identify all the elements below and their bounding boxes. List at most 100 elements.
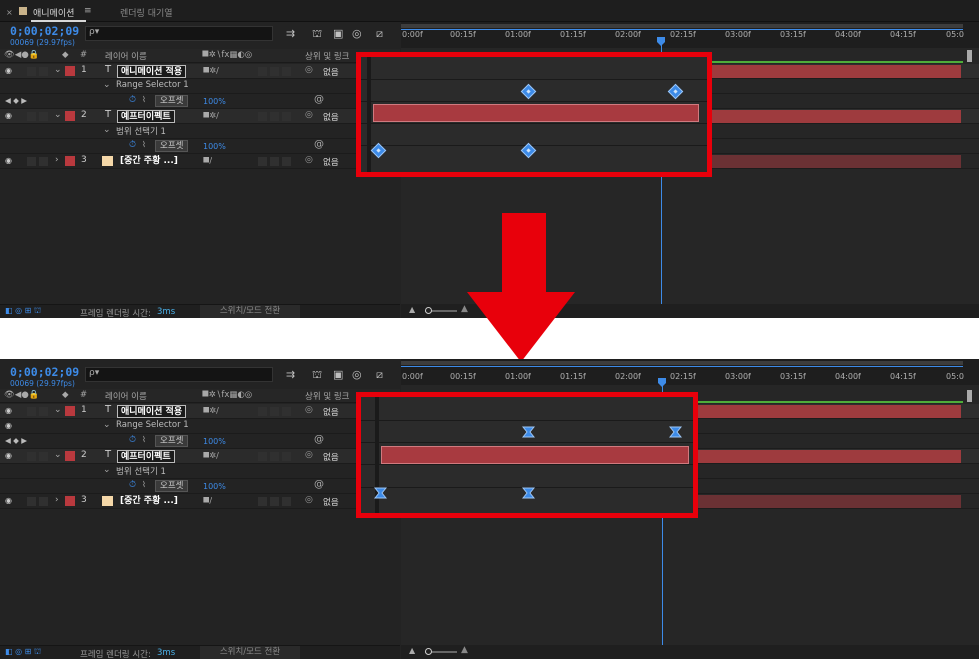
chevron-down-icon[interactable]: ⌄: [54, 110, 62, 120]
switch-box[interactable]: [282, 407, 291, 416]
motion-blur-icon[interactable]: ◎: [352, 368, 362, 381]
layer-bar[interactable]: [707, 155, 961, 168]
graph-editor-icon[interactable]: ⧄: [376, 368, 383, 382]
layer-row[interactable]: ◉ › 3 [중간 주황 ...] ⯀∕ ◎ 없음: [0, 154, 400, 169]
stopwatch-icon[interactable]: ⏱: [129, 95, 136, 105]
chevron-down-icon[interactable]: ⌄: [103, 465, 111, 475]
switch-box[interactable]: [258, 497, 267, 506]
hide-shy-layers-icon[interactable]: ▣: [333, 27, 343, 40]
switch-box[interactable]: [258, 112, 267, 121]
parent-select[interactable]: 없음: [323, 66, 339, 78]
switch-box[interactable]: [270, 452, 279, 461]
property-value[interactable]: 100%: [203, 97, 226, 106]
pickwhip-icon[interactable]: ◎: [305, 495, 313, 505]
solo-toggle[interactable]: [39, 497, 48, 506]
search-input[interactable]: ρ▾: [85, 26, 273, 41]
graph-icon[interactable]: ⌇: [142, 95, 146, 104]
draft-3d-icon[interactable]: ⛫: [312, 27, 322, 42]
layer-row[interactable]: ◉ ⌄ 2 T 예프터이펙트 ⯀✲∕ ◎ 없음: [0, 449, 400, 464]
current-time-indicator-head[interactable]: [658, 378, 666, 387]
solo-toggle[interactable]: [39, 407, 48, 416]
shy-switch-icon[interactable]: ⯀✲∕: [203, 66, 219, 76]
range-selector-label[interactable]: Range Selector 1: [116, 80, 189, 90]
pickwhip-icon[interactable]: ◎: [305, 65, 313, 75]
shy-switch-icon[interactable]: ⯀✲∕: [203, 406, 219, 416]
pickwhip-icon[interactable]: ◎: [305, 155, 313, 165]
switch-box[interactable]: [270, 67, 279, 76]
eye-icon[interactable]: ◉: [5, 421, 12, 430]
layer-bar[interactable]: [373, 104, 699, 122]
chevron-down-icon[interactable]: ⌄: [54, 65, 62, 75]
easy-ease-keyframe-icon[interactable]: [522, 487, 535, 499]
shy-switch-icon[interactable]: ⯀✲∕: [203, 111, 219, 121]
graph-icon[interactable]: ⌇: [142, 480, 146, 489]
layer-bar[interactable]: [697, 405, 961, 418]
panel-menu-icon[interactable]: ≡: [84, 6, 92, 16]
pickwhip-icon[interactable]: @: [314, 434, 324, 445]
layer-name-header[interactable]: 레이어 이름: [105, 390, 147, 402]
pickwhip-icon[interactable]: @: [314, 479, 324, 490]
layer-name-header[interactable]: 레이어 이름: [105, 50, 147, 62]
shy-switch-icon[interactable]: ⯀✲∕: [203, 451, 219, 461]
range-selector-label[interactable]: 범위 선택기 1: [116, 125, 166, 137]
pickwhip-icon[interactable]: ◎: [305, 405, 313, 415]
chevron-down-icon[interactable]: ⌄: [54, 450, 62, 460]
layer-bar[interactable]: [707, 65, 961, 78]
switch-box[interactable]: [282, 452, 291, 461]
layer-bar[interactable]: [697, 450, 961, 463]
stopwatch-icon[interactable]: ⏱: [129, 480, 136, 490]
label-color[interactable]: [65, 66, 75, 76]
switch-box[interactable]: [258, 67, 267, 76]
toggle-switches-modes-button[interactable]: 스위치/모드 전환: [200, 305, 300, 318]
range-selector-label[interactable]: 범위 선택기 1: [116, 465, 166, 477]
zoom-in-icon[interactable]: ▲: [461, 304, 468, 314]
layer-bar[interactable]: [697, 495, 961, 508]
switch-box[interactable]: [282, 112, 291, 121]
eye-icon[interactable]: ◉: [5, 496, 12, 505]
range-selector-label[interactable]: Range Selector 1: [116, 420, 189, 430]
pickwhip-icon[interactable]: @: [314, 139, 324, 150]
audio-toggle[interactable]: [27, 157, 36, 166]
label-color[interactable]: [65, 496, 75, 506]
audio-toggle[interactable]: [27, 112, 36, 121]
layer-row[interactable]: ◉ › 3 [중간 주황 ...] ⯀∕ ◎ 없음: [0, 494, 400, 509]
chevron-right-icon[interactable]: ›: [55, 155, 59, 165]
property-value[interactable]: 100%: [203, 142, 226, 151]
property-value[interactable]: 100%: [203, 482, 226, 491]
eye-icon[interactable]: ◉: [5, 66, 12, 75]
switch-box[interactable]: [270, 497, 279, 506]
chevron-down-icon[interactable]: ⌄: [103, 420, 111, 430]
label-color[interactable]: [65, 451, 75, 461]
time-ruler[interactable]: 0:00f 00:15f 01:00f 01:15f 02:00f 02:15f…: [401, 359, 979, 385]
work-area-end-handle[interactable]: [967, 390, 972, 402]
easy-ease-keyframe-icon[interactable]: [669, 426, 682, 438]
shy-switch-icon[interactable]: ⯀∕: [203, 496, 212, 506]
pickwhip-icon[interactable]: @: [314, 94, 324, 105]
zoom-out-icon[interactable]: ▲: [409, 646, 415, 655]
pickwhip-icon[interactable]: ◎: [305, 110, 313, 120]
parent-select[interactable]: 없음: [323, 111, 339, 123]
label-color[interactable]: [65, 111, 75, 121]
parent-select[interactable]: 없음: [323, 406, 339, 418]
pickwhip-icon[interactable]: ◎: [305, 450, 313, 460]
switch-box[interactable]: [282, 67, 291, 76]
easy-ease-keyframe-icon[interactable]: [374, 487, 387, 499]
composition-mini-flowchart-icon[interactable]: ⇉: [286, 27, 295, 40]
shy-switch-icon[interactable]: ⯀∕: [203, 156, 212, 166]
eye-icon[interactable]: ◉: [5, 111, 12, 120]
label-color[interactable]: [65, 406, 75, 416]
layer-name[interactable]: 애니메이션 적용: [117, 65, 187, 78]
eye-icon[interactable]: ◉: [5, 156, 12, 165]
solo-toggle[interactable]: [39, 157, 48, 166]
parent-select[interactable]: 없음: [323, 496, 339, 508]
layer-bar[interactable]: [707, 110, 961, 123]
chevron-down-icon[interactable]: ⌄: [103, 80, 111, 90]
switch-box[interactable]: [282, 157, 291, 166]
zoom-in-icon[interactable]: ▲: [461, 645, 468, 655]
graph-icon[interactable]: ⌇: [142, 435, 146, 444]
linear-keyframe-icon[interactable]: [667, 83, 684, 100]
audio-toggle[interactable]: [27, 452, 36, 461]
keyframe-navigator-icon[interactable]: ◀ ◆ ▶: [5, 436, 27, 445]
layer-row[interactable]: ◉ ⌄ 1 T 애니메이션 적용 ⯀✲∕ ◎ 없음: [0, 64, 400, 79]
toggle-switches-modes-button[interactable]: 스위치/모드 전환: [200, 646, 300, 659]
